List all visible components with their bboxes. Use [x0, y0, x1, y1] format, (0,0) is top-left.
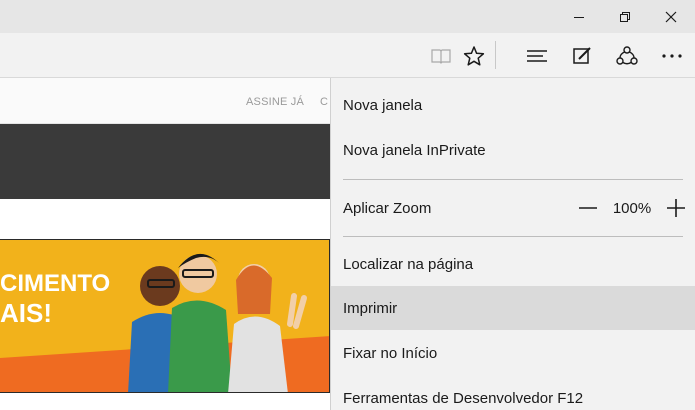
zoom-control: 100%	[568, 186, 695, 230]
share-icon	[616, 45, 638, 65]
menu-item-label: Nova janela	[343, 96, 423, 114]
menu-item-label: Fixar no Início	[343, 344, 438, 362]
menu-item-new-window[interactable]: Nova janela	[331, 83, 695, 127]
title-bar	[0, 0, 695, 33]
browser-toolbar	[0, 33, 695, 78]
close-button[interactable]	[648, 0, 694, 33]
zoom-out-button[interactable]	[568, 186, 608, 230]
banner-text-line-2: AIS!	[0, 298, 52, 328]
menu-item-print[interactable]: Imprimir	[331, 286, 695, 330]
more-icon	[662, 53, 682, 58]
site-nav: ASSINE JÁ C	[0, 78, 330, 124]
toolbar-separator	[495, 41, 496, 69]
restore-button[interactable]	[602, 0, 648, 33]
restore-icon	[620, 11, 630, 22]
hub-button[interactable]	[517, 33, 557, 78]
web-note-icon	[573, 46, 591, 64]
settings-menu: Nova janela Nova janela InPrivate Aplica…	[330, 78, 695, 410]
minus-icon	[579, 207, 597, 209]
menu-item-find-on-page[interactable]: Localizar na página	[331, 242, 695, 286]
nav-link-subscribe[interactable]: ASSINE JÁ	[246, 96, 304, 108]
favorites-button[interactable]	[454, 33, 494, 78]
favorites-star-icon	[463, 45, 485, 66]
more-button[interactable]	[652, 33, 692, 78]
nav-link-partial[interactable]: C	[320, 96, 328, 108]
promo-banner[interactable]: CIMENTO AIS!	[0, 239, 330, 393]
menu-item-pin-to-start[interactable]: Fixar no Início	[331, 331, 695, 375]
menu-item-zoom: Aplicar Zoom 100%	[331, 186, 695, 230]
banner-text-line-1: CIMENTO	[0, 270, 111, 297]
zoom-in-button[interactable]	[656, 186, 695, 230]
menu-item-developer-tools[interactable]: Ferramentas de Desenvolvedor F12	[331, 376, 695, 410]
plus-icon	[667, 199, 685, 217]
site-header-bar	[0, 124, 330, 199]
reading-view-icon	[431, 48, 451, 64]
menu-item-label: Ferramentas de Desenvolvedor F12	[343, 389, 584, 407]
minimize-icon	[574, 16, 584, 18]
share-button[interactable]	[607, 33, 647, 78]
minimize-button[interactable]	[556, 0, 602, 33]
menu-separator	[343, 236, 683, 237]
hub-icon	[527, 49, 547, 62]
menu-item-label: Nova janela InPrivate	[343, 141, 486, 159]
close-icon	[665, 11, 677, 22]
menu-item-new-inprivate-window[interactable]: Nova janela InPrivate	[331, 128, 695, 172]
zoom-level: 100%	[612, 199, 652, 217]
menu-item-label: Aplicar Zoom	[343, 199, 432, 217]
web-note-button[interactable]	[562, 33, 602, 78]
menu-item-label: Imprimir	[343, 299, 398, 317]
menu-separator	[343, 179, 683, 180]
menu-item-label: Localizar na página	[343, 255, 474, 273]
